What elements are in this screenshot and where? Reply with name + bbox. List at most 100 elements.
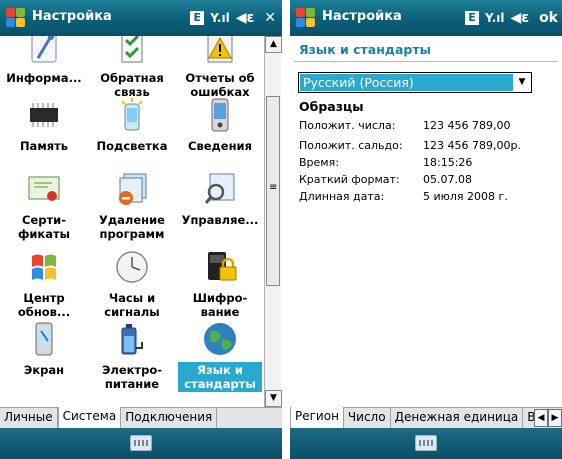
error-report-icon <box>202 36 238 64</box>
signal-icon[interactable]: Y.ıl <box>485 11 505 25</box>
settings-item[interactable]: Обратная связь <box>88 36 176 100</box>
sample-value: 123 456 789,00 <box>423 119 511 132</box>
close-icon[interactable]: ✕ <box>264 10 276 26</box>
managed-programs-icon <box>202 172 238 206</box>
tab-connections[interactable]: Подключения <box>121 408 218 428</box>
settings-item-label: Память <box>19 139 69 153</box>
settings-item[interactable]: Отчеты об ошибках <box>176 36 264 100</box>
keyboard-icon[interactable] <box>415 435 437 451</box>
windows-start-icon[interactable] <box>296 8 316 28</box>
settings-item[interactable]: Память <box>0 98 88 154</box>
settings-icon-grid: Информа... Обратная связь Отчеты об ошибка… <box>0 36 264 407</box>
settings-item-label: Центр обнов... <box>17 291 71 319</box>
settings-item-label: Экран <box>23 363 65 377</box>
globe-icon <box>202 322 238 356</box>
samples-title: Образцы <box>299 99 364 114</box>
encryption-lock-icon <box>202 250 238 284</box>
heading-divider <box>294 61 558 62</box>
dropdown-arrow-icon[interactable]: ▼ <box>514 74 530 91</box>
title-bar: Настройка E Y.ıl ◀ε ok <box>290 0 562 36</box>
sample-row: Положит. сальдо: 123 456 789,00р. <box>299 139 521 152</box>
settings-item[interactable]: Серти-фикаты <box>0 172 88 242</box>
volume-icon[interactable]: ◀ε <box>511 10 530 26</box>
settings-system-screen: Настройка E Y.ıl ◀ε ✕ Информа... Обратная… <box>0 0 282 459</box>
tab-system[interactable]: Система <box>57 407 122 428</box>
regional-settings-screen: Настройка E Y.ıl ◀ε ok Язык и стандарты … <box>290 0 562 459</box>
power-battery-icon <box>114 322 150 356</box>
page-heading: Язык и стандарты <box>299 42 431 57</box>
sample-label: Положит. числа: <box>299 119 396 132</box>
certificate-icon <box>26 172 62 206</box>
tab-number[interactable]: Число <box>344 408 391 428</box>
tab-scroll-right-icon[interactable]: ▶ <box>548 409 562 427</box>
settings-item-label: Отчеты об ошибках <box>185 71 255 99</box>
tab-currency[interactable]: Денежная единица <box>391 408 524 428</box>
settings-item[interactable]: Часы и сигналы <box>88 250 176 320</box>
window-title: Настройка <box>322 9 402 24</box>
settings-item[interactable]: Экран <box>0 322 88 378</box>
settings-item[interactable]: Удаление программ <box>88 172 176 242</box>
settings-item-label: Электро-питание <box>101 363 163 391</box>
locale-select[interactable]: Русский (Россия) ▼ <box>298 72 532 93</box>
volume-icon[interactable]: ◀ε <box>236 10 255 26</box>
settings-item-label: Информа... <box>6 71 82 85</box>
sample-value: 5 июля 2008 г. <box>423 190 508 203</box>
tab-strip: Регион Число Денежная единица Вр ◀ ▶ <box>290 407 562 428</box>
signal-icon[interactable]: Y.ıl <box>210 11 230 25</box>
tab-personal[interactable]: Личные <box>0 408 58 428</box>
windows-start-icon[interactable] <box>6 8 26 28</box>
softkey-bar <box>290 428 562 459</box>
clock-icon <box>114 250 150 284</box>
feedback-icon <box>114 36 150 64</box>
update-center-icon <box>26 250 62 284</box>
softkey-bar <box>0 428 282 459</box>
memory-chip-icon <box>26 98 62 132</box>
scroll-up-arrow-icon[interactable]: ▲ <box>265 36 282 53</box>
edge-network-icon[interactable]: E <box>190 11 205 25</box>
settings-item-label: Часы и сигналы <box>104 291 160 319</box>
sample-label: Длинная дата: <box>299 190 385 203</box>
scroll-thumb[interactable] <box>266 96 280 286</box>
settings-item[interactable]: Информа... <box>0 36 88 86</box>
screen-icon <box>26 322 62 356</box>
settings-item-label: Шифро-вание <box>192 291 248 319</box>
settings-item-label: Язык и стандарты <box>178 362 262 392</box>
remove-programs-icon <box>114 172 150 206</box>
settings-item-label: Управляе... <box>181 213 259 227</box>
status-icons: E Y.ıl ◀ε ok <box>465 8 558 28</box>
settings-item-label: Удаление программ <box>99 213 165 241</box>
sample-value: 123 456 789,00р. <box>423 139 521 152</box>
sample-row: Положит. числа: 123 456 789,00 <box>299 119 510 132</box>
keyboard-icon[interactable] <box>130 435 152 451</box>
tab-region[interactable]: Регион <box>290 407 344 428</box>
sample-value: 18:15:26 <box>423 156 473 169</box>
settings-item-label: Сведения <box>188 139 252 153</box>
sample-label: Положит. сальдо: <box>299 139 403 152</box>
settings-item[interactable]: Язык и стандарты <box>176 322 264 392</box>
information-icon <box>26 36 62 64</box>
locale-select-value: Русский (Россия) <box>300 74 513 91</box>
title-bar: Настройка E Y.ıl ◀ε ✕ <box>0 0 282 36</box>
vertical-scrollbar[interactable]: ▲ ▼ <box>264 36 282 407</box>
settings-item-label: Подсветка <box>96 139 168 153</box>
settings-item[interactable]: Сведения <box>176 98 264 154</box>
sample-row: Длинная дата: 5 июля 2008 г. <box>299 190 508 203</box>
backlight-icon <box>114 98 150 132</box>
settings-item[interactable]: Центр обнов... <box>0 250 88 320</box>
settings-item[interactable]: Подсветка <box>88 98 176 154</box>
scroll-down-arrow-icon[interactable]: ▼ <box>265 390 282 407</box>
sample-label: Время: <box>299 156 339 169</box>
settings-item-label: Серти-фикаты <box>17 213 71 241</box>
tab-scroll-arrows: ◀ ▶ <box>534 408 562 428</box>
ok-button[interactable]: ok <box>539 10 558 26</box>
edge-network-icon[interactable]: E <box>465 11 479 25</box>
sample-label: Краткий формат: <box>299 173 400 186</box>
tab-scroll-left-icon[interactable]: ◀ <box>534 409 548 427</box>
tab-strip: Личные Система Подключения <box>0 407 282 428</box>
settings-item[interactable]: Шифро-вание <box>176 250 264 320</box>
status-icons: E Y.ıl ◀ε ✕ <box>190 8 276 28</box>
settings-item[interactable]: Управляе... <box>176 172 264 228</box>
settings-item[interactable]: Электро-питание <box>88 322 176 392</box>
window-title: Настройка <box>32 9 112 24</box>
settings-item-label: Обратная связь <box>100 71 164 99</box>
